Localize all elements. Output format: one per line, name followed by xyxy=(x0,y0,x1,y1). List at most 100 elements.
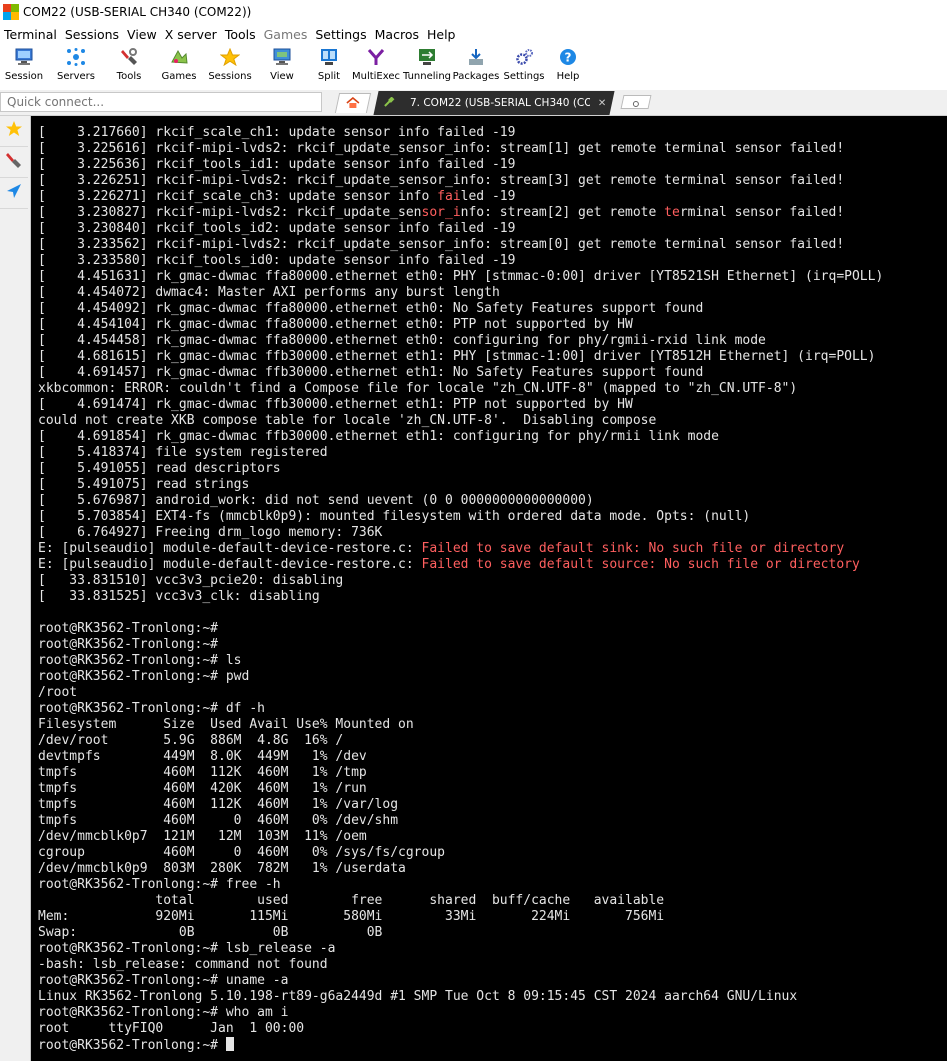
terminal-line: Mem: 920Mi 115Mi 580Mi 33Mi 224Mi 756Mi xyxy=(38,909,947,925)
terminal-line: [ 3.225616] rkcif-mipi-lvds2: rkcif_upda… xyxy=(38,141,947,157)
terminal-text: root@RK3562-Tronlong:~# free -h xyxy=(38,877,281,892)
terminal-text: could not create XKB compose table for l… xyxy=(38,413,657,428)
close-icon[interactable]: ✕ xyxy=(598,98,606,109)
terminal-line: [ 4.691854] rk_gmac-dwmac ffb30000.ether… xyxy=(38,429,947,445)
terminal-text: root@RK3562-Tronlong:~# lsb_release -a xyxy=(38,941,336,956)
terminal-text: root ttyFIQ0 Jan 1 00:00 xyxy=(38,1021,305,1036)
settings-button[interactable]: Settings xyxy=(500,44,548,90)
terminal-line: root@RK3562-Tronlong:~# xyxy=(38,621,947,637)
star-icon xyxy=(5,120,23,142)
terminal-line: total used free shared buff/cache availa… xyxy=(38,893,947,909)
new-tab-button[interactable] xyxy=(620,95,652,109)
sidebar-sessions-button[interactable] xyxy=(0,116,28,147)
terminal-text: devtmpfs 449M 8.0K 449M 1% /dev xyxy=(38,749,367,764)
terminal-line: [ 3.217660] rkcif_scale_ch1: update sens… xyxy=(38,125,947,141)
terminal-line: tmpfs 460M 112K 460M 1% /var/log xyxy=(38,797,947,813)
terminal-text: [ 3.225636] rkcif_tools_id1: update sens… xyxy=(38,157,516,172)
menu-help[interactable]: Help xyxy=(423,27,460,42)
packages-button[interactable]: Packages xyxy=(452,44,500,90)
terminal-text: E: [pulseaudio] module-default-device-re… xyxy=(38,557,422,572)
terminal-text: -bash: lsb_release: command not found xyxy=(38,957,328,972)
terminal-text: /dev/root 5.9G 886M 4.8G 16% / xyxy=(38,733,344,748)
error-text: Failed to save default sink: No such fil… xyxy=(421,541,845,556)
menu-tools[interactable]: Tools xyxy=(221,27,260,42)
split-icon xyxy=(319,48,339,66)
terminal-text: [ 4.451631] rk_gmac-dwmac ffa80000.ether… xyxy=(38,269,884,284)
terminal-text: led -19 xyxy=(460,189,516,204)
terminal-text: [ 4.454458] rk_gmac-dwmac ffa80000.ether… xyxy=(38,333,766,348)
multiexec-button[interactable]: MultiExec xyxy=(350,44,402,90)
quick-connect-input[interactable] xyxy=(0,92,322,112)
terminal-line: tmpfs 460M 420K 460M 1% /run xyxy=(38,781,947,797)
error-text: sor_i xyxy=(421,205,461,220)
terminal-line: [ 4.454092] rk_gmac-dwmac ffa80000.ether… xyxy=(38,301,947,317)
terminal-text: cgroup 460M 0 460M 0% /sys/fs/cgroup xyxy=(38,845,445,860)
terminal-text: xkbcommon: ERROR: couldn't find a Compos… xyxy=(38,381,798,396)
cursor xyxy=(225,1037,234,1051)
terminal-text: nfo: stream[2] get remote xyxy=(460,205,665,220)
view-icon xyxy=(272,48,292,66)
terminal-output: [ 3.217660] rkcif_scale_ch1: update sens… xyxy=(31,116,947,1053)
terminal-text: rminal sensor failed! xyxy=(679,205,845,220)
tools-button[interactable]: Tools xyxy=(104,44,154,90)
tab-com22-label: 7. COM22 (USB-SERIAL CH340 (COM22)) xyxy=(410,97,590,109)
tunneling-button[interactable]: Tunneling xyxy=(402,44,452,90)
paper-plane-icon xyxy=(5,182,23,204)
menu-sessions[interactable]: Sessions xyxy=(61,27,123,42)
terminal-line: xkbcommon: ERROR: couldn't find a Compos… xyxy=(38,381,947,397)
view-button[interactable]: View xyxy=(256,44,308,90)
home-tab[interactable] xyxy=(334,93,372,113)
terminal-line: /dev/mmcblk0p9 803M 280K 782M 1% /userda… xyxy=(38,861,947,877)
svg-text:?: ? xyxy=(565,51,572,65)
sidebar-tools-button[interactable] xyxy=(0,147,28,178)
servers-button[interactable]: Servers xyxy=(48,44,104,90)
terminal-text: [ 4.454072] dwmac4: Master AXI performs … xyxy=(38,285,500,300)
menu-games[interactable]: Games xyxy=(260,27,312,42)
terminal-text: Swap: 0B 0B 0B xyxy=(38,925,383,940)
terminal-text: Filesystem Size Used Avail Use% Mounted … xyxy=(38,717,414,732)
terminal-line: [ 5.491055] read descriptors xyxy=(38,461,947,477)
sessions-button[interactable]: Sessions xyxy=(204,44,256,90)
menu-macros[interactable]: Macros xyxy=(371,27,423,42)
menu-settings[interactable]: Settings xyxy=(311,27,370,42)
terminal-line: [ 4.681615] rk_gmac-dwmac ffb30000.ether… xyxy=(38,349,947,365)
menu-x-server[interactable]: X server xyxy=(161,27,221,42)
terminal-text: [ 4.454092] rk_gmac-dwmac ffa80000.ether… xyxy=(38,301,704,316)
terminal-line: root ttyFIQ0 Jan 1 00:00 xyxy=(38,1021,947,1037)
tunneling-icon xyxy=(417,48,437,66)
tools-icon xyxy=(119,48,139,66)
tab-com22[interactable]: 7. COM22 (USB-SERIAL CH340 (COM22)) ✕ xyxy=(373,91,615,115)
sessions-star-icon xyxy=(220,48,240,66)
multiexec-icon xyxy=(366,48,386,66)
menu-view[interactable]: View xyxy=(123,27,161,42)
games-button[interactable]: Games xyxy=(154,44,204,90)
terminal-text: [ 3.233562] rkcif-mipi-lvds2: rkcif_upda… xyxy=(38,237,845,252)
sidebar-macros-button[interactable] xyxy=(0,178,28,209)
terminal-text: [ 3.217660] rkcif_scale_ch1: update sens… xyxy=(38,125,516,140)
terminal-line: tmpfs 460M 0 460M 0% /dev/shm xyxy=(38,813,947,829)
menu-terminal[interactable]: Terminal xyxy=(0,27,61,42)
terminal-line: [ 3.230827] rkcif-mipi-lvds2: rkcif_upda… xyxy=(38,205,947,221)
terminal-area[interactable]: [ 3.217660] rkcif_scale_ch1: update sens… xyxy=(31,116,947,1061)
terminal-line: [ 3.226251] rkcif-mipi-lvds2: rkcif_upda… xyxy=(38,173,947,189)
error-text: Failed to save default source: No such f… xyxy=(421,557,860,572)
terminal-text: E: [pulseaudio] module-default-device-re… xyxy=(38,541,422,556)
packages-icon xyxy=(466,48,486,66)
terminal-text: /root xyxy=(38,685,78,700)
prompt-line[interactable]: root@RK3562-Tronlong:~# xyxy=(38,1037,947,1053)
terminal-line: tmpfs 460M 112K 460M 1% /tmp xyxy=(38,765,947,781)
terminal-line: [ 3.230840] rkcif_tools_id2: update sens… xyxy=(38,221,947,237)
help-button[interactable]: ? Help xyxy=(548,44,588,90)
terminal-line: [ 4.454458] rk_gmac-dwmac ffa80000.ether… xyxy=(38,333,947,349)
terminal-text: root@RK3562-Tronlong:~# xyxy=(38,621,219,636)
terminal-line: root@RK3562-Tronlong:~# who am i xyxy=(38,1005,947,1021)
terminal-line: E: [pulseaudio] module-default-device-re… xyxy=(38,557,947,573)
terminal-line: [ 4.691457] rk_gmac-dwmac ffb30000.ether… xyxy=(38,365,947,381)
terminal-text: [ 4.681615] rk_gmac-dwmac ffb30000.ether… xyxy=(38,349,876,364)
terminal-text: root@RK3562-Tronlong:~# who am i xyxy=(38,1005,289,1020)
terminal-line: [ 5.418374] file system registered xyxy=(38,445,947,461)
terminal-text: tmpfs 460M 420K 460M 1% /run xyxy=(38,781,367,796)
split-button[interactable]: Split xyxy=(308,44,350,90)
session-button[interactable]: Session xyxy=(0,44,48,90)
terminal-text: [ 4.691854] rk_gmac-dwmac ffb30000.ether… xyxy=(38,429,719,444)
